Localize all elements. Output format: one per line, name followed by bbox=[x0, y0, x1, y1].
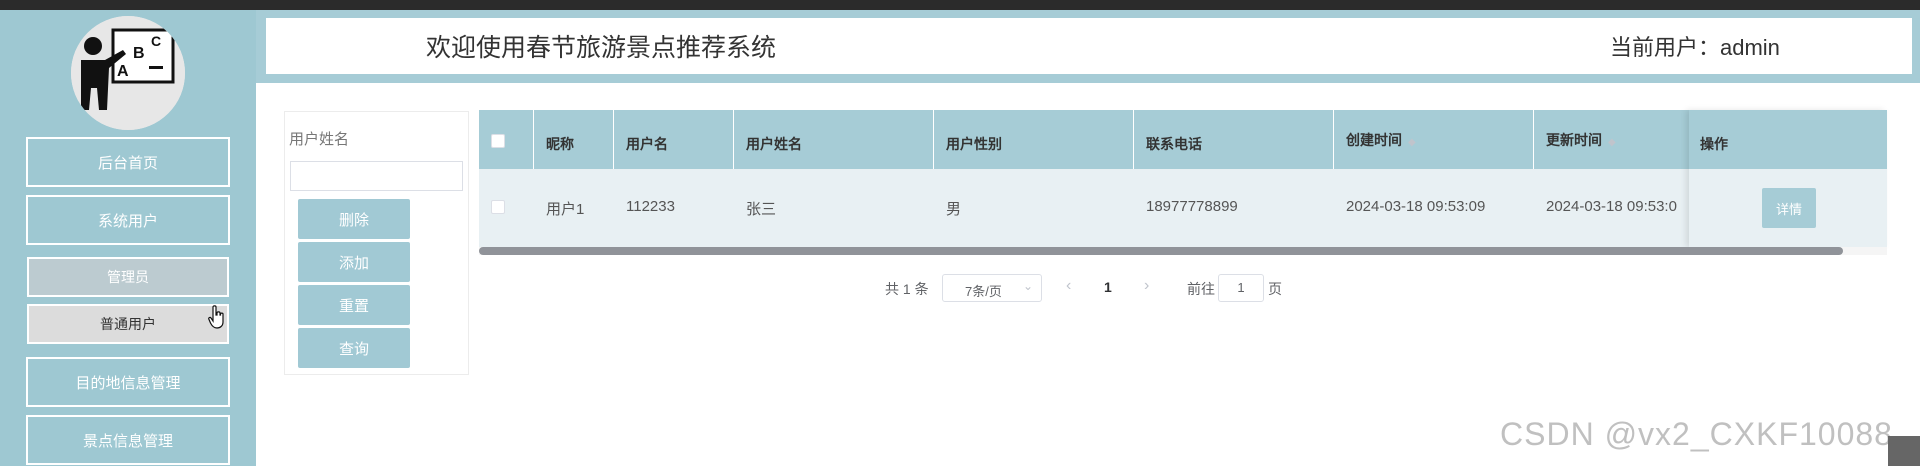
watermark: CSDN @vx2_CXKF10088 bbox=[1500, 416, 1893, 452]
cell-updated-at: 2024-03-18 09:53:0 bbox=[1546, 198, 1677, 215]
svg-text:C: C bbox=[151, 33, 161, 49]
current-user: 当前用户：admin bbox=[1610, 35, 1780, 60]
delete-button[interactable]: 删除 bbox=[298, 199, 410, 239]
operation-cell: 详情 bbox=[1689, 169, 1887, 247]
cell-nickname: 用户1 bbox=[546, 201, 585, 218]
cell-gender: 男 bbox=[946, 201, 962, 218]
page-title: 欢迎使用春节旅游景点推荐系统 bbox=[426, 34, 777, 62]
cell-phone: 18977778899 bbox=[1146, 198, 1238, 215]
users-table: 昵称 用户名 用户姓名 用户性别 联系电话 创建时间 ◆ 更新时间 ◆ 用户1 11… bbox=[479, 110, 1887, 247]
horizontal-scrollbar-thumb[interactable] bbox=[479, 247, 1843, 255]
column-header-username[interactable]: 用户名 bbox=[614, 110, 734, 169]
cell-created-at: 2024-03-18 09:53:09 bbox=[1346, 198, 1486, 215]
sidebar-item-destinations[interactable]: 目的地信息管理 bbox=[26, 357, 230, 407]
column-header-nickname[interactable]: 昵称 bbox=[534, 110, 614, 169]
avatar: A B C bbox=[71, 16, 185, 130]
column-header-phone[interactable]: 联系电话 bbox=[1134, 110, 1334, 169]
goto-label: 前往 bbox=[1187, 281, 1215, 297]
sidebar-item-dashboard[interactable]: 后台首页 bbox=[26, 137, 230, 187]
name-search-input[interactable] bbox=[290, 161, 463, 191]
current-page[interactable]: 1 bbox=[1104, 279, 1112, 295]
page-size-select[interactable]: 7条/页 ⌄ bbox=[942, 274, 1042, 302]
cell-real-name: 张三 bbox=[746, 201, 777, 218]
table-header: 昵称 用户名 用户姓名 用户性别 联系电话 创建时间 ◆ 更新时间 ◆ bbox=[479, 110, 1887, 169]
next-page-icon[interactable]: › bbox=[1144, 277, 1149, 295]
column-header-created-at[interactable]: 创建时间 ◆ bbox=[1334, 110, 1534, 169]
sidebar-item-system-users[interactable]: 系统用户 bbox=[26, 195, 230, 245]
svg-text:A: A bbox=[117, 63, 129, 80]
total-count: 共 1 条 bbox=[885, 281, 929, 297]
detail-button[interactable]: 详情 bbox=[1762, 188, 1816, 228]
chevron-down-icon: ⌄ bbox=[1023, 279, 1034, 293]
column-header-operation: 操作 bbox=[1689, 110, 1887, 169]
column-header-real-name[interactable]: 用户姓名 bbox=[734, 110, 934, 169]
goto-page-input[interactable]: 1 bbox=[1218, 274, 1264, 302]
sidebar-item-normal-users[interactable]: 普通用户 bbox=[27, 304, 229, 344]
select-all-checkbox[interactable] bbox=[491, 134, 505, 148]
teacher-icon: A B C bbox=[71, 16, 185, 130]
column-header-gender[interactable]: 用户性别 bbox=[934, 110, 1134, 169]
sidebar-item-admins[interactable]: 管理员 bbox=[27, 257, 229, 297]
top-strip bbox=[0, 0, 1920, 10]
sidebar: A B C 后台首页 系统用户 管理员 普通用户 目的地信息管理 景点信息管理 bbox=[0, 10, 256, 466]
operation-column: 操作 详情 bbox=[1689, 110, 1887, 247]
sidebar-item-scenic-spots[interactable]: 景点信息管理 bbox=[26, 415, 230, 465]
cell-username: 112233 bbox=[626, 198, 675, 215]
add-button[interactable]: 添加 bbox=[298, 242, 410, 282]
select-all-cell bbox=[479, 110, 534, 169]
prev-page-icon[interactable]: ‹ bbox=[1066, 277, 1071, 295]
sort-icon[interactable]: ◆ bbox=[1608, 137, 1616, 148]
row-checkbox[interactable] bbox=[491, 200, 505, 214]
svg-text:B: B bbox=[133, 45, 145, 62]
name-field-label: 用户姓名 bbox=[289, 131, 350, 148]
corner-widget bbox=[1888, 436, 1920, 466]
sort-icon[interactable]: ◆ bbox=[1408, 137, 1416, 148]
query-button[interactable]: 查询 bbox=[298, 328, 410, 368]
page-suffix: 页 bbox=[1268, 281, 1282, 297]
hand-cursor-icon bbox=[208, 305, 224, 329]
row-select-cell bbox=[479, 169, 534, 247]
reset-button[interactable]: 重置 bbox=[298, 285, 410, 325]
table-row[interactable]: 用户1 112233 张三 男 18977778899 2024-03-18 0… bbox=[479, 169, 1887, 247]
